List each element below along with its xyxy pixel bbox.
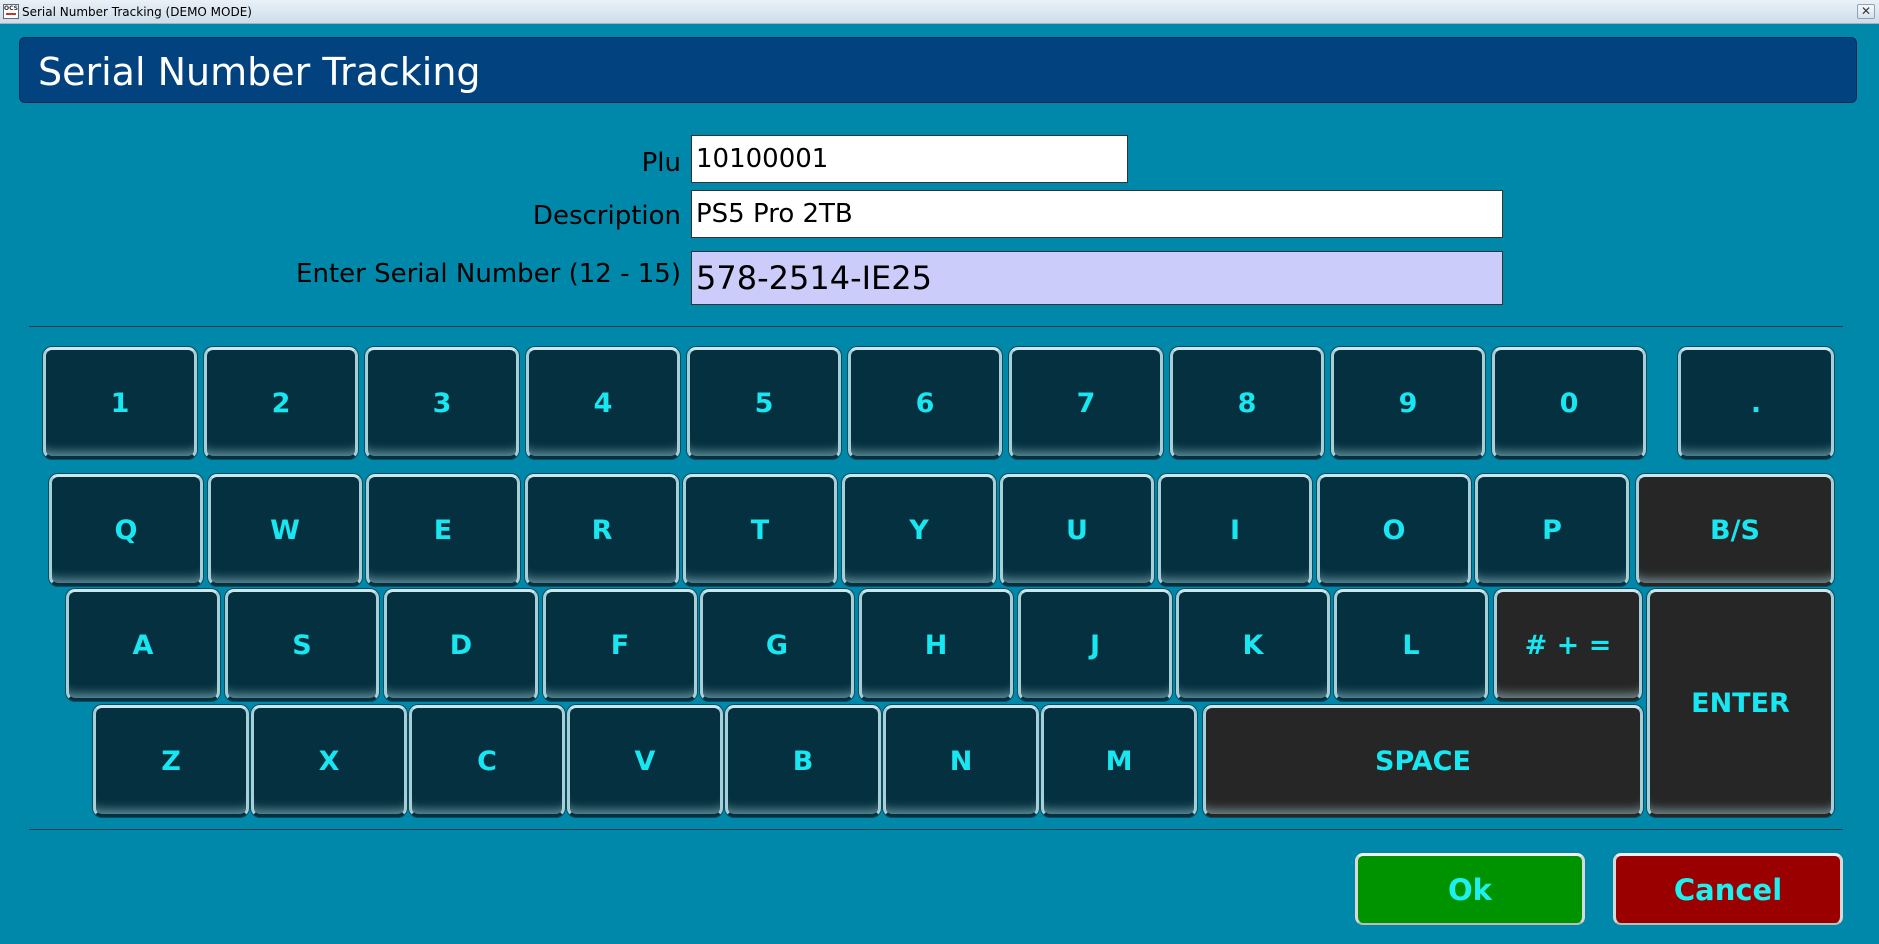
key-4[interactable]: 4 (526, 347, 680, 459)
symbols-key[interactable]: # + = (1494, 589, 1642, 701)
app-icon-label: OCS (4, 5, 18, 12)
key-k[interactable]: K (1176, 589, 1330, 701)
key-q[interactable]: Q (49, 474, 203, 586)
key-5[interactable]: 5 (687, 347, 841, 459)
close-window-button[interactable]: ✕ (1857, 4, 1875, 19)
description-field[interactable] (691, 190, 1503, 238)
page-header: Serial Number Tracking (19, 37, 1857, 103)
key-s[interactable]: S (225, 589, 379, 701)
backspace-key[interactable]: B/S (1636, 474, 1834, 586)
window-title: Serial Number Tracking (DEMO MODE) (22, 5, 252, 19)
key-l[interactable]: L (1334, 589, 1488, 701)
key-p[interactable]: P (1475, 474, 1629, 586)
key-j[interactable]: J (1018, 589, 1172, 701)
key-o[interactable]: O (1317, 474, 1471, 586)
key-z[interactable]: Z (93, 705, 249, 817)
divider-bottom (29, 829, 1843, 830)
key-x[interactable]: X (251, 705, 407, 817)
key-r[interactable]: R (525, 474, 679, 586)
ok-button[interactable]: Ok (1355, 853, 1585, 925)
key-a[interactable]: A (66, 589, 220, 701)
key-t[interactable]: T (683, 474, 837, 586)
window-titlebar: OCS Serial Number Tracking (DEMO MODE) ✕ (0, 0, 1879, 24)
key-u[interactable]: U (1000, 474, 1154, 586)
key-c[interactable]: C (409, 705, 565, 817)
key-i[interactable]: I (1158, 474, 1312, 586)
key-e[interactable]: E (366, 474, 520, 586)
cancel-button[interactable]: Cancel (1613, 853, 1843, 925)
key-6[interactable]: 6 (848, 347, 1002, 459)
key-m[interactable]: M (1041, 705, 1197, 817)
app-icon: OCS (3, 4, 19, 19)
key-period[interactable]: . (1678, 347, 1834, 459)
page-title: Serial Number Tracking (38, 50, 481, 94)
key-d[interactable]: D (384, 589, 538, 701)
key-v[interactable]: V (567, 705, 723, 817)
enter-key[interactable]: ENTER (1647, 589, 1834, 817)
key-w[interactable]: W (208, 474, 362, 586)
divider-top (29, 326, 1843, 327)
key-f[interactable]: F (543, 589, 697, 701)
serial-number-field[interactable] (691, 251, 1503, 305)
key-1[interactable]: 1 (43, 347, 197, 459)
description-label: Description (532, 201, 681, 231)
plu-field[interactable] (691, 135, 1128, 183)
key-n[interactable]: N (883, 705, 1039, 817)
key-h[interactable]: H (859, 589, 1013, 701)
key-g[interactable]: G (700, 589, 854, 701)
key-7[interactable]: 7 (1009, 347, 1163, 459)
plu-label: Plu (641, 148, 681, 178)
key-b[interactable]: B (725, 705, 881, 817)
serial-number-label: Enter Serial Number (12 - 15) (296, 259, 681, 289)
key-0[interactable]: 0 (1492, 347, 1646, 459)
key-2[interactable]: 2 (204, 347, 358, 459)
key-y[interactable]: Y (842, 474, 996, 586)
key-3[interactable]: 3 (365, 347, 519, 459)
space-key[interactable]: SPACE (1203, 705, 1643, 817)
key-9[interactable]: 9 (1331, 347, 1485, 459)
key-8[interactable]: 8 (1170, 347, 1324, 459)
close-icon: ✕ (1860, 4, 1872, 18)
